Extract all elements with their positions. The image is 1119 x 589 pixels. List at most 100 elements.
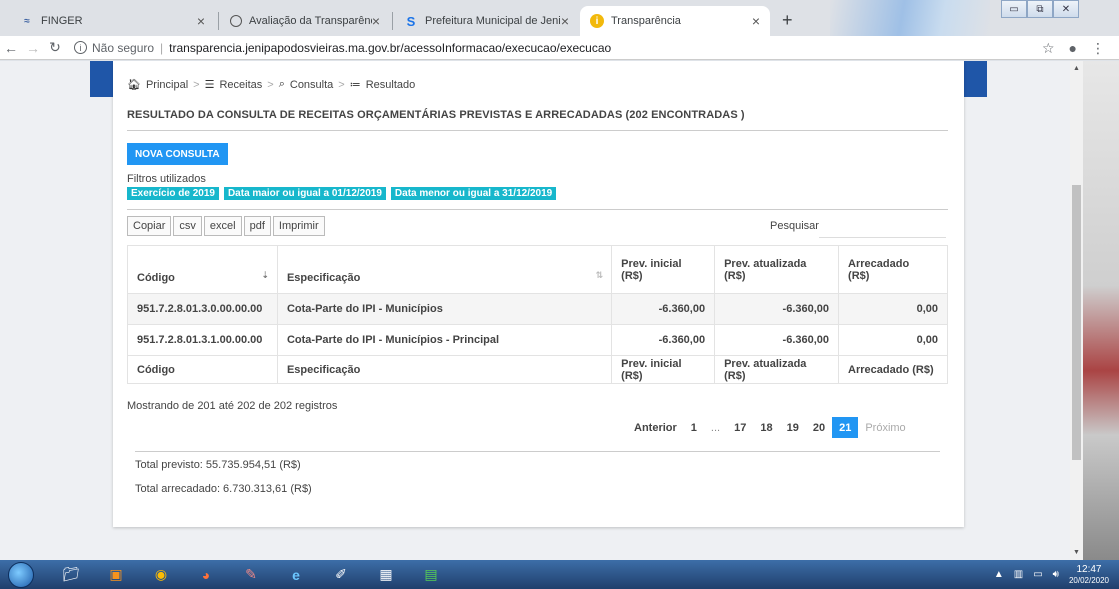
sort-icon: ⇅ xyxy=(595,270,604,280)
volume-icon[interactable]: 🔊︎ xyxy=(1053,569,1059,580)
pagination-next[interactable]: Próximo xyxy=(858,417,912,438)
footer-prev-inicial: Prev. inicial (R$) xyxy=(611,355,716,384)
page-title: RESULTADO DA CONSULTA DE RECEITAS ORÇAME… xyxy=(127,109,745,121)
total-arrecadado: Total arrecadado: 6.730.313,61 (R$) xyxy=(135,483,312,495)
pagination-page[interactable]: 19 xyxy=(780,417,806,438)
star-icon[interactable]: ☆ xyxy=(1042,40,1055,57)
filter-chip: Data menor ou igual a 31/12/2019 xyxy=(390,187,557,200)
column-header-codigo[interactable]: Código ⇣ xyxy=(127,245,278,294)
column-header-arrecadado[interactable]: Arrecadado (R$) xyxy=(838,245,948,294)
s-logo-icon: S xyxy=(406,13,416,29)
windows-taskbar: 📁︎ ▣ ◉ ◕ ✎ e ✐ ▦ ▤ ▲ ▥ ▭ 🔊︎ 12:47 20/02/… xyxy=(0,560,1119,589)
maximize-icon[interactable]: ⧉ xyxy=(1027,0,1053,18)
breadcrumb-receitas[interactable]: Receitas xyxy=(219,79,262,91)
pagination-page[interactable]: 1 xyxy=(684,417,704,438)
sort-desc-icon: ⇣ xyxy=(261,270,269,280)
address-bar: ← → ↻ i Não seguro | transparencia.jenip… xyxy=(0,36,1119,60)
desktop-background xyxy=(1083,61,1119,560)
chrome-icon[interactable]: ◉ xyxy=(146,563,176,587)
search-label: Pesquisar xyxy=(770,220,819,232)
content-card: 🏠︎ Principal > ☰ Receitas > ⌕ Consulta >… xyxy=(113,61,964,527)
excel-button[interactable]: excel xyxy=(203,216,242,236)
export-toolbar: Copiar csv excel pdf Imprimir xyxy=(127,216,325,236)
monitor-icon[interactable]: ▭ xyxy=(1033,569,1042,580)
csv-button[interactable]: csv xyxy=(173,216,202,236)
column-header-prev-inicial[interactable]: Prev. inicial (R$) xyxy=(611,245,716,294)
print-button[interactable]: Imprimir xyxy=(272,216,325,236)
close-icon[interactable]: × xyxy=(752,13,760,29)
tab-finger[interactable]: ≈ FINGER × xyxy=(10,6,215,36)
breadcrumb-separator: > xyxy=(338,78,345,91)
browser-tab-strip: ≈ FINGER × Avaliação da Transparência do… xyxy=(0,0,1119,36)
new-tab-icon[interactable]: + xyxy=(782,10,793,31)
pagination-page[interactable]: 17 xyxy=(727,417,753,438)
close-icon[interactable]: × xyxy=(197,13,205,29)
pagination-page[interactable]: 18 xyxy=(753,417,779,438)
table-row[interactable]: 951.7.2.8.01.3.1.00.00.00 Cota-Parte do … xyxy=(127,324,948,356)
page-scrollbar[interactable]: ▲ ▼ xyxy=(1070,61,1083,560)
menu-dots-icon[interactable]: ⋮ xyxy=(1091,40,1105,57)
tab-transparencia[interactable]: i Transparência × xyxy=(580,6,770,36)
pagination: Anterior 1 ... 17 18 19 20 21 Próximo xyxy=(627,417,913,438)
table-row[interactable]: 951.7.2.8.01.3.0.00.00.00 Cota-Parte do … xyxy=(127,293,948,325)
explorer-icon[interactable]: 📁︎ xyxy=(56,563,86,587)
start-button-icon[interactable] xyxy=(8,561,34,588)
filters-list: Exercício de 2019 Data maior ou igual a … xyxy=(127,187,557,200)
network-alert-icon[interactable]: ▥ xyxy=(1014,569,1023,580)
system-clock[interactable]: 12:47 20/02/2020 xyxy=(1069,564,1109,586)
info-icon[interactable]: i xyxy=(74,41,87,54)
tab-separator xyxy=(392,12,393,30)
close-icon[interactable]: × xyxy=(372,13,380,29)
spreadsheet-icon[interactable]: ▤ xyxy=(416,563,446,587)
pagination-page[interactable]: 20 xyxy=(806,417,832,438)
minimize-icon[interactable]: ▭ xyxy=(1001,0,1027,18)
paint-brush-icon[interactable]: ✐ xyxy=(326,563,356,587)
firefox-icon[interactable]: ◕ xyxy=(191,563,221,587)
filters-label: Filtros utilizados xyxy=(127,173,206,185)
pagination-prev[interactable]: Anterior xyxy=(627,417,684,438)
cell-prev-inicial: -6.360,00 xyxy=(611,324,716,356)
tab-avaliacao[interactable]: Avaliação da Transparência dos I × xyxy=(220,6,390,36)
breadcrumb-resultado: Resultado xyxy=(365,78,416,91)
search-input[interactable] xyxy=(819,237,946,238)
scroll-up-icon[interactable]: ▲ xyxy=(1073,65,1080,72)
pagination-current-page[interactable]: 21 xyxy=(832,417,859,438)
tab-separator xyxy=(218,12,219,30)
pagination-ellipsis: ... xyxy=(710,421,721,434)
filters-divider xyxy=(127,209,948,210)
column-header-especificacao[interactable]: Especificação ⇅ xyxy=(276,245,613,294)
omnibox[interactable]: i Não seguro | transparencia.jenipapodos… xyxy=(74,41,611,55)
copy-button[interactable]: Copiar xyxy=(127,216,172,236)
scroll-down-icon[interactable]: ▼ xyxy=(1073,549,1080,556)
close-window-icon[interactable]: ✕ xyxy=(1053,0,1079,18)
cell-prev-atualizada: -6.360,00 xyxy=(714,293,840,325)
window-controls: ▭ ⧉ ✕ xyxy=(1001,0,1079,18)
cell-codigo: 951.7.2.8.01.3.1.00.00.00 xyxy=(127,324,278,356)
cell-especificacao: Cota-Parte do IPI - Municípios xyxy=(276,293,613,325)
breadcrumb-separator: > xyxy=(193,78,200,91)
paint-icon[interactable]: ✎ xyxy=(236,563,266,587)
security-status: Não seguro xyxy=(92,40,155,55)
pdf-button[interactable]: pdf xyxy=(243,216,271,236)
cell-arrecadado: 0,00 xyxy=(838,324,948,356)
media-player-icon[interactable]: ▣ xyxy=(101,563,131,587)
breadcrumb-consulta[interactable]: Consulta xyxy=(290,79,333,91)
page-viewport: 🏠︎ Principal > ☰ Receitas > ⌕ Consulta >… xyxy=(0,61,1070,560)
cell-codigo: 951.7.2.8.01.3.0.00.00.00 xyxy=(127,293,278,325)
reload-icon[interactable]: ↻ xyxy=(44,39,66,56)
internet-explorer-icon[interactable]: e xyxy=(281,563,311,587)
url-text[interactable]: transparencia.jenipapodosvieiras.ma.gov.… xyxy=(169,41,611,55)
back-arrow-icon[interactable]: ← xyxy=(0,40,22,56)
profile-icon[interactable]: ● xyxy=(1069,40,1077,56)
close-icon[interactable]: × xyxy=(561,13,569,29)
footer-codigo: Código xyxy=(127,355,278,384)
scroll-thumb[interactable] xyxy=(1072,185,1081,460)
list-bullets-icon: ≔ xyxy=(349,79,361,91)
column-header-prev-atualizada[interactable]: Prev. atualizada (R$) xyxy=(714,245,840,294)
calculator-icon[interactable]: ▦ xyxy=(371,563,401,587)
forward-arrow-icon[interactable]: → xyxy=(22,40,44,56)
breadcrumb-principal[interactable]: Principal xyxy=(146,79,188,91)
new-query-button[interactable]: NOVA CONSULTA xyxy=(127,143,228,165)
tab-prefeitura[interactable]: S Prefeitura Municipal de Jenipapo × xyxy=(394,6,579,36)
tray-expand-icon[interactable]: ▲ xyxy=(994,569,1004,580)
